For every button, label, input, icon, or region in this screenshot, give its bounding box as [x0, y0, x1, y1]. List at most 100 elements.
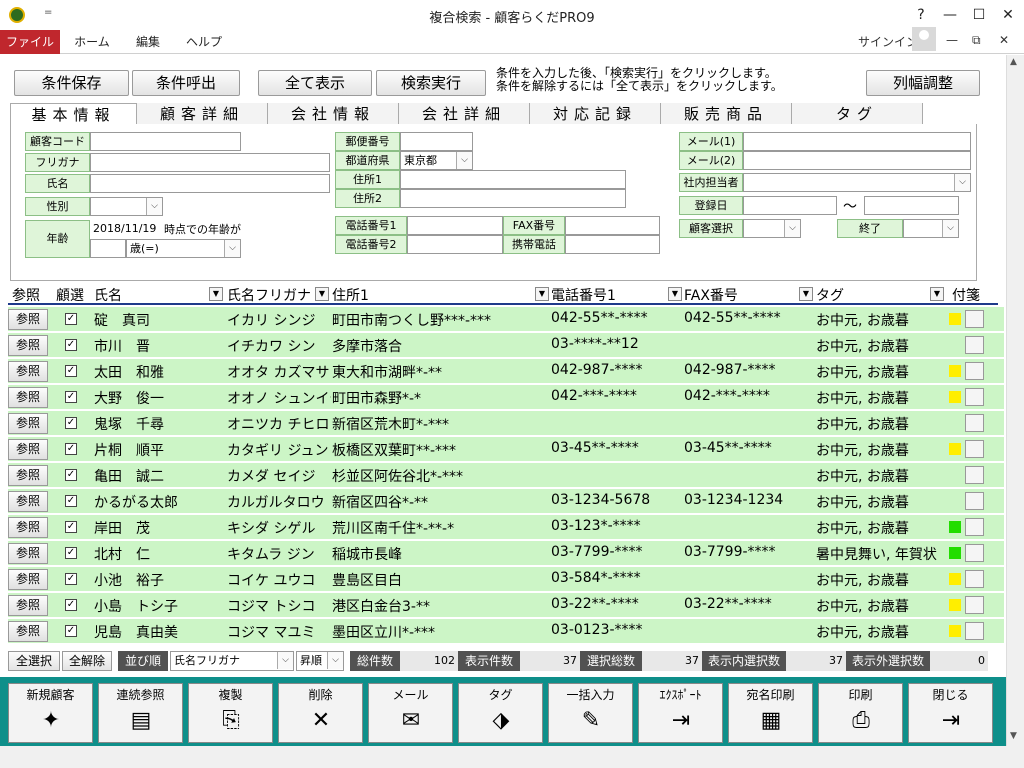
select-checkbox[interactable]: ✓ — [65, 443, 77, 455]
table-row[interactable]: 参照 ✓ 小池 裕子 コイケ ユウコ 豊島区目白 03-584*-**** お中元, お歳暮 — [8, 567, 1004, 592]
sticky-note-button[interactable] — [965, 570, 984, 588]
reg-date-to[interactable] — [864, 196, 959, 215]
col-kana[interactable]: 氏名フリガナ — [227, 285, 311, 305]
table-row[interactable]: 参照 ✓ 太田 和雅 オオタ カズマサ 東大和市湖畔*-** 042-987-**** 04… — [8, 359, 1004, 384]
age-date[interactable]: 2018/11/19 — [90, 220, 165, 239]
select-checkbox[interactable]: ✓ — [65, 313, 77, 325]
scroll-down-icon[interactable]: ▼ — [1010, 731, 1017, 741]
table-row[interactable]: 参照 ✓ 児島 真由美 コジマ マユミ 墨田区立川*-*** 03-0123-**** お中… — [8, 619, 1004, 644]
select-checkbox[interactable]: ✓ — [65, 625, 77, 637]
fax-input[interactable] — [565, 216, 660, 235]
col-tel[interactable]: 電話番号1 — [551, 285, 616, 305]
view-button[interactable]: 参照 — [8, 621, 48, 642]
maximize-button[interactable]: ☐ — [964, 4, 994, 26]
tab-company-detail[interactable]: 会社詳細 — [399, 103, 530, 125]
mail1-input[interactable] — [743, 132, 971, 151]
staff-select[interactable]: ⌵ — [743, 173, 971, 192]
tab-tags[interactable]: タグ — [792, 103, 923, 125]
table-row[interactable]: 参照 ✓ 碇 真司 イカリ シンジ 町田市南つくし野***-*** 042-55**-**… — [8, 307, 1004, 332]
sticky-note-button[interactable] — [965, 466, 984, 484]
tag-button[interactable]: タグ ⬗ — [458, 683, 543, 743]
table-row[interactable]: 参照 ✓ 片桐 順平 カタギリ ジュン 板橋区双葉町**-*** 03-45**-****… — [8, 437, 1004, 462]
tab-contact-records[interactable]: 対応記録 — [530, 103, 661, 125]
table-row[interactable]: 参照 ✓ 岸田 茂 キシダ シゲル 荒川区南千住*-**-* 03-123*-**** お中… — [8, 515, 1004, 540]
gender-select[interactable]: ⌵ — [90, 197, 163, 216]
tab-products[interactable]: 販売商品 — [661, 103, 792, 125]
select-checkbox[interactable]: ✓ — [65, 339, 77, 351]
signin-link[interactable]: サインイン — [858, 33, 918, 50]
sticky-note-button[interactable] — [965, 492, 984, 510]
sticky-note-button[interactable] — [965, 596, 984, 614]
select-checkbox[interactable]: ✓ — [65, 573, 77, 585]
furigana-input[interactable] — [90, 153, 330, 172]
new-customer-button[interactable]: 新規顧客 ✦ — [8, 683, 93, 743]
close-door-button[interactable]: 閉じる ⇥ — [908, 683, 993, 743]
mobile-input[interactable] — [565, 235, 660, 254]
print-button[interactable]: 印刷 ⎙ — [818, 683, 903, 743]
sort-field-select[interactable]: 氏名フリガナ ⌵ — [170, 651, 294, 671]
ribbon-minimize-button[interactable]: — — [946, 33, 958, 47]
table-row[interactable]: 参照 ✓ 亀田 誠二 カメダ セイジ 杉並区阿佐谷北*-*** お中元, お歳暮 — [8, 463, 1004, 488]
view-button[interactable]: 参照 — [8, 465, 48, 486]
tel1-input[interactable] — [407, 216, 503, 235]
col-name[interactable]: 氏名 — [94, 285, 122, 305]
sticky-note-button[interactable] — [965, 388, 984, 406]
table-row[interactable]: 参照 ✓ 市川 晋 イチカワ シン 多摩市落合 03-****-**12 お中元, お歳暮 — [8, 333, 1004, 358]
tab-basic-info[interactable]: 基本情報 — [10, 103, 137, 125]
table-row[interactable]: 参照 ✓ 小島 トシ子 コジマ トシコ 港区白金台3-** 03-22**-**** 03-… — [8, 593, 1004, 618]
view-button[interactable]: 参照 — [8, 361, 48, 382]
view-button[interactable]: 参照 — [8, 335, 48, 356]
tab-customer-detail[interactable]: 顧客詳細 — [137, 103, 268, 125]
help-button[interactable]: ? — [906, 4, 936, 26]
search-button[interactable]: 検索実行 — [376, 70, 486, 96]
sticky-note-button[interactable] — [965, 310, 984, 328]
col-address[interactable]: 住所1 — [332, 285, 369, 305]
name-input[interactable] — [90, 174, 330, 193]
table-row[interactable]: 参照 ✓ かるがる太郎 カルガルタロウ 新宿区四谷*-** 03-1234-5678 03-… — [8, 489, 1004, 514]
col-address-filter-icon[interactable]: ▼ — [535, 287, 549, 301]
col-ref[interactable]: 参照 — [12, 285, 40, 305]
col-tag-filter-icon[interactable]: ▼ — [930, 287, 944, 301]
delete-button[interactable]: 削除 ✕ — [278, 683, 363, 743]
reg-date-from[interactable] — [743, 196, 837, 215]
tab-company-info[interactable]: 会社情報 — [268, 103, 399, 125]
address2-input[interactable] — [400, 189, 626, 208]
prefecture-select[interactable]: 東京都 ⌵ — [400, 151, 473, 170]
view-button[interactable]: 参照 — [8, 491, 48, 512]
select-checkbox[interactable]: ✓ — [65, 469, 77, 481]
postal-input[interactable] — [400, 132, 473, 151]
view-button[interactable]: 参照 — [8, 387, 48, 408]
view-button[interactable]: 参照 — [8, 413, 48, 434]
bulk-input-button[interactable]: 一括入力 ✎ — [548, 683, 633, 743]
col-kana-filter-icon[interactable]: ▼ — [315, 287, 329, 301]
sticky-note-button[interactable] — [965, 362, 984, 380]
select-checkbox[interactable]: ✓ — [65, 391, 77, 403]
col-tel-filter-icon[interactable]: ▼ — [668, 287, 682, 301]
select-checkbox[interactable]: ✓ — [65, 365, 77, 377]
save-condition-button[interactable]: 条件保存 — [14, 70, 129, 96]
continuous-view-button[interactable]: 連続参照 ▤ — [98, 683, 183, 743]
customer-select-dropdown[interactable]: ⌵ — [743, 219, 801, 238]
tel2-input[interactable] — [407, 235, 503, 254]
sticky-note-button[interactable] — [965, 336, 984, 354]
load-condition-button[interactable]: 条件呼出 — [132, 70, 240, 96]
duplicate-button[interactable]: 複製 ⎘ — [188, 683, 273, 743]
select-all-button[interactable]: 全選択 — [8, 651, 60, 671]
table-row[interactable]: 参照 ✓ 北村 仁 キタムラ ジン 稲城市長峰 03-7799-**** 03-7799-*… — [8, 541, 1004, 566]
ribbon-tab-edit[interactable]: 編集 — [124, 30, 172, 54]
select-checkbox[interactable]: ✓ — [65, 495, 77, 507]
age-operator-select[interactable]: 歳(=) ⌵ — [126, 239, 241, 258]
mail2-input[interactable] — [743, 151, 971, 170]
ribbon-tab-file[interactable]: ファイル — [0, 30, 60, 54]
table-row[interactable]: 参照 ✓ 鬼塚 千尋 オニツカ チヒロ 新宿区荒木町*-*** お中元, お歳暮 — [8, 411, 1004, 436]
view-button[interactable]: 参照 — [8, 517, 48, 538]
address1-input[interactable] — [400, 170, 626, 189]
export-button[interactable]: ｴｸｽﾎﾟｰﾄ ⇥ — [638, 683, 723, 743]
view-button[interactable]: 参照 — [8, 595, 48, 616]
close-button[interactable]: ✕ — [993, 4, 1023, 26]
customer-code-input[interactable] — [90, 132, 241, 151]
view-button[interactable]: 参照 — [8, 309, 48, 330]
col-note[interactable]: 付箋 — [952, 285, 980, 305]
select-checkbox[interactable]: ✓ — [65, 521, 77, 533]
view-button[interactable]: 参照 — [8, 569, 48, 590]
